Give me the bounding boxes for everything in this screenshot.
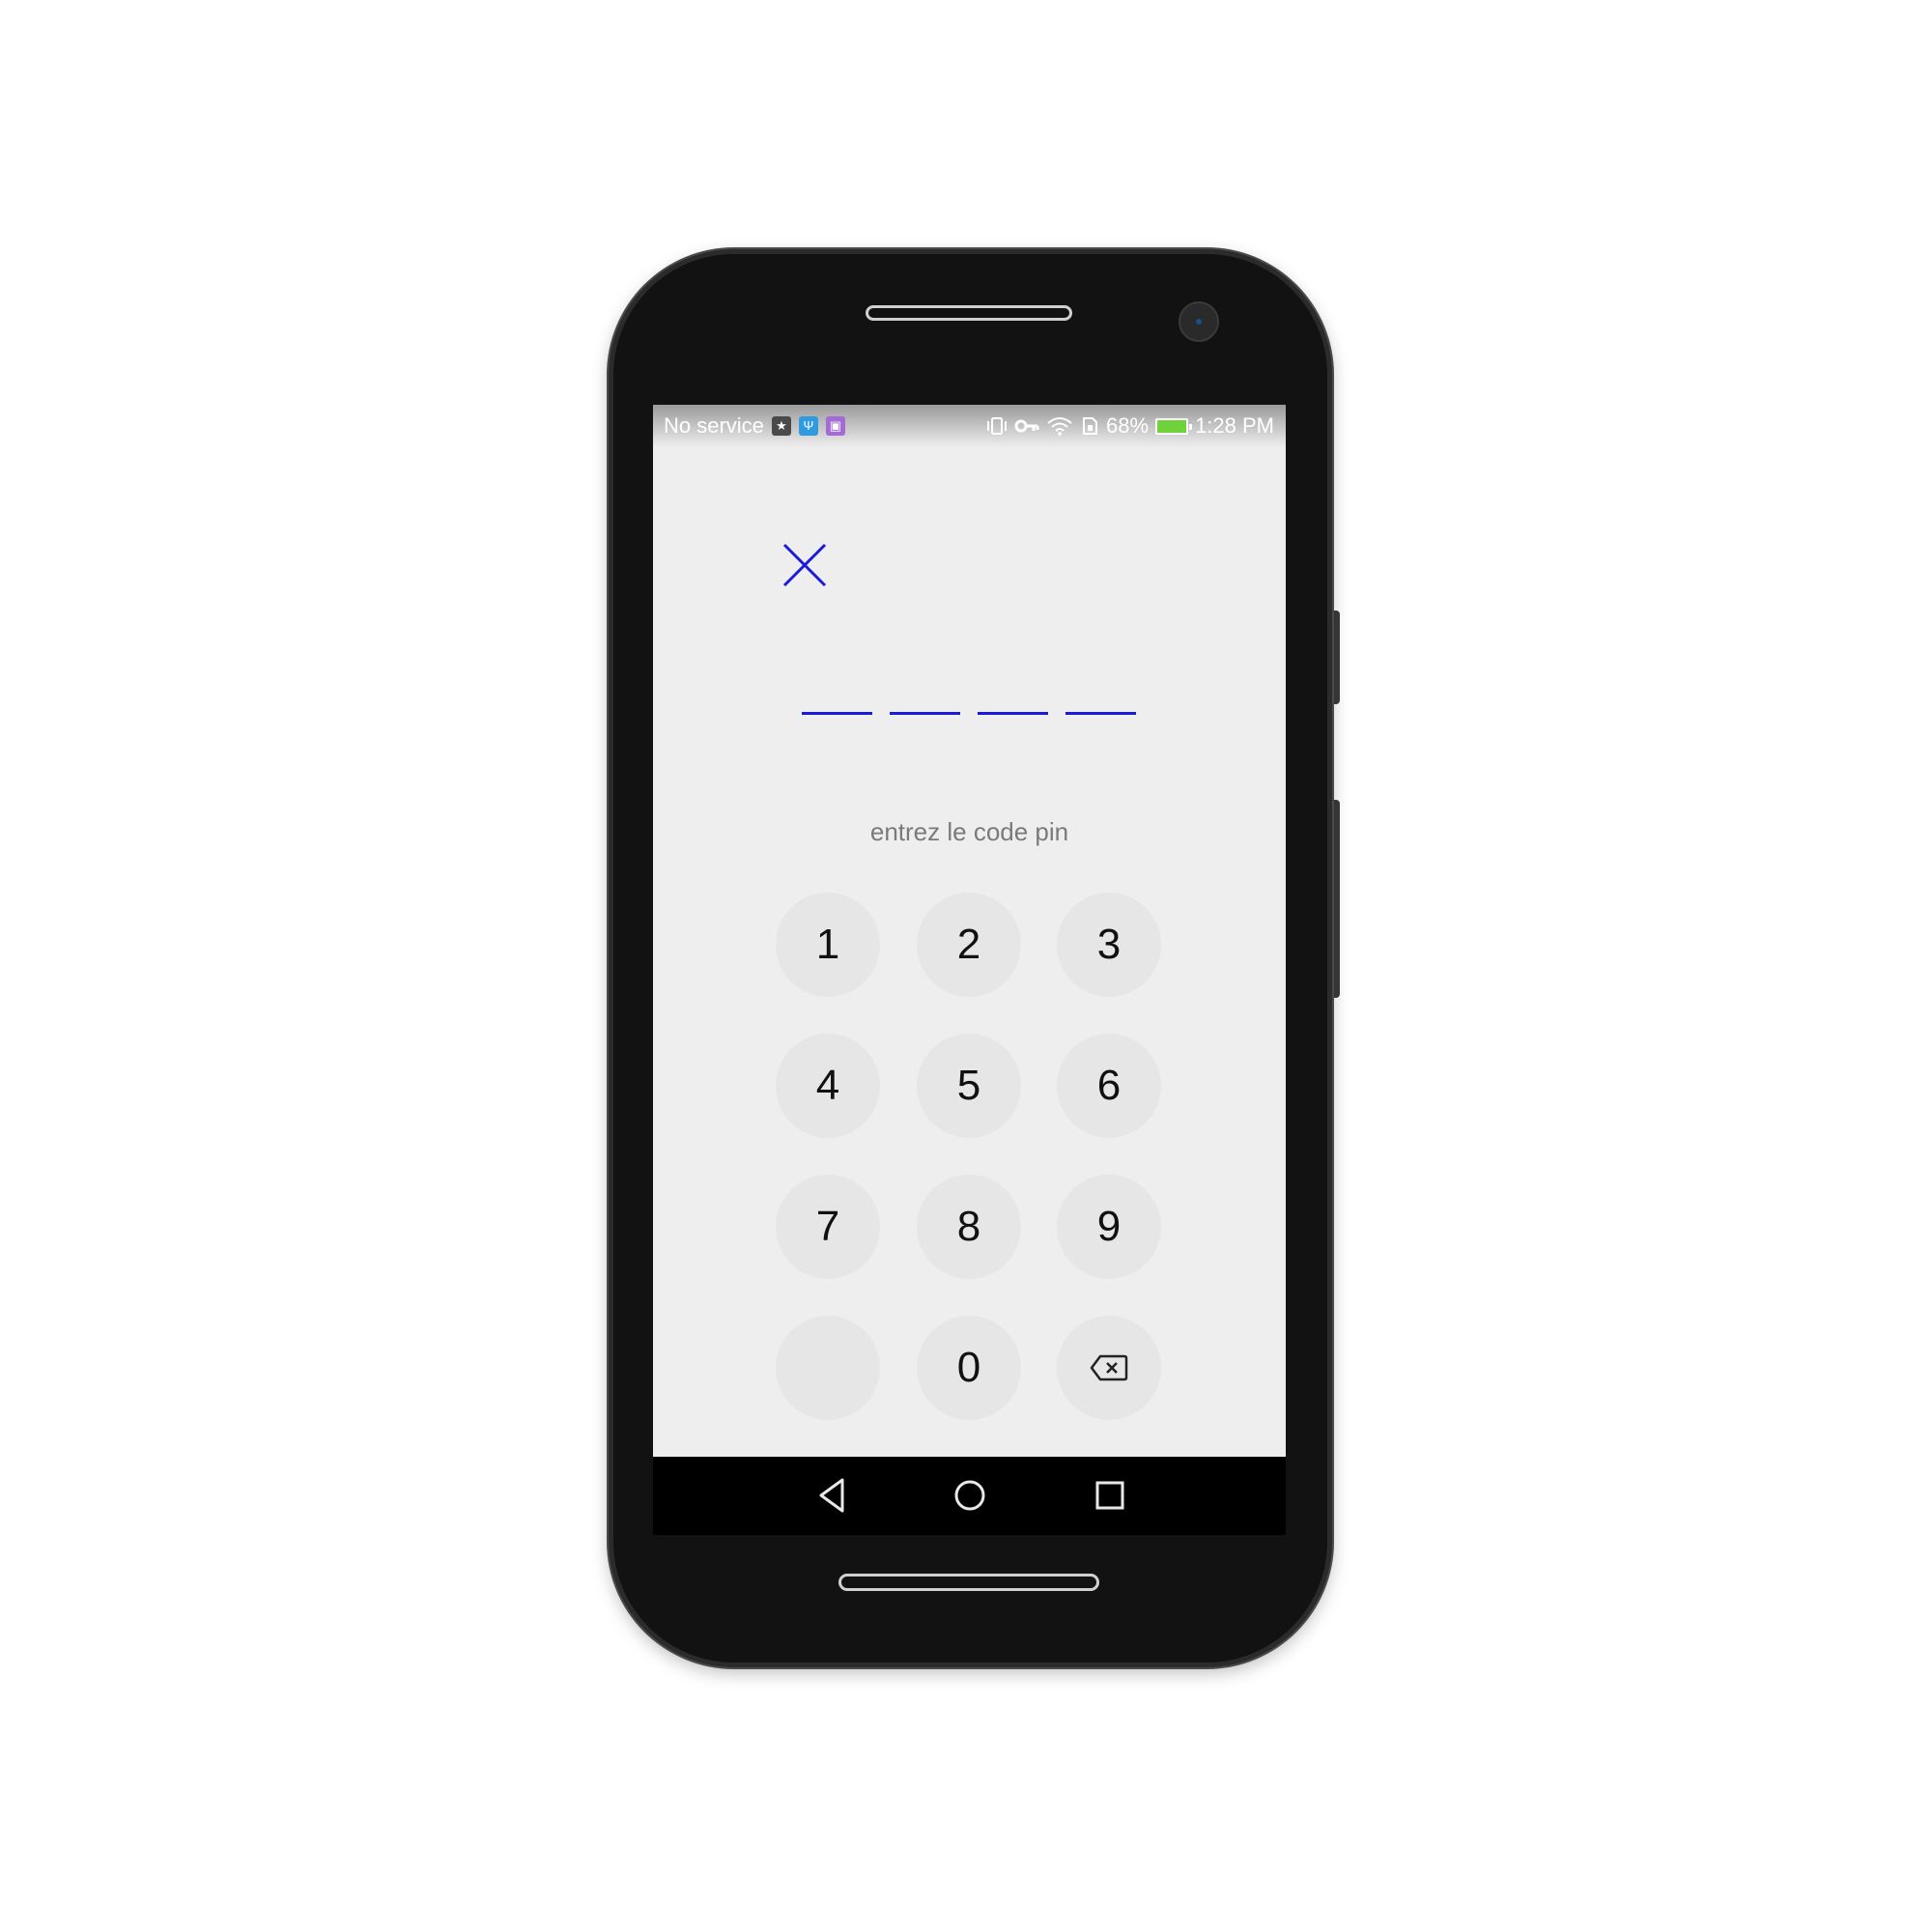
power-button[interactable] [1331,611,1340,704]
key-9[interactable]: 9 [1057,1175,1161,1279]
key-6[interactable]: 6 [1057,1034,1161,1138]
pin-digit-slot-4 [1065,712,1136,715]
pin-digit-slot-3 [978,712,1048,715]
pin-prompt: entrez le code pin [869,817,1069,846]
pin-indicator [802,712,1136,715]
backspace-button[interactable] [1057,1316,1161,1420]
sim-icon [1083,417,1098,435]
key-0[interactable]: 0 [917,1316,1021,1420]
key-5[interactable]: 5 [917,1034,1021,1138]
battery-charging-icon [1155,417,1193,435]
back-icon[interactable] [811,1474,854,1517]
pin-digit-slot-1 [802,712,872,715]
key-8[interactable]: 8 [917,1175,1021,1279]
backspace-icon [1090,1354,1128,1381]
key-1[interactable]: 1 [776,893,880,997]
usb-icon: Ψ [798,416,818,436]
key-empty [776,1316,880,1420]
earpiece-speaker [866,305,1072,321]
close-icon[interactable] [781,542,828,588]
key-4[interactable]: 4 [776,1034,880,1138]
key-7[interactable]: 7 [776,1175,880,1279]
wifi-icon [1047,417,1072,436]
phone-screen: No service ★ Ψ ▣ 68% 1:28 PM entrez le c… [653,405,1286,1535]
status-bar: No service ★ Ψ ▣ 68% 1:28 PM [653,405,1286,447]
accessibility-icon: ★ [771,416,791,436]
home-icon[interactable] [949,1474,991,1517]
image-icon: ▣ [825,416,845,436]
bottom-speaker [838,1574,1099,1591]
key-3[interactable]: 3 [1057,893,1161,997]
key-2[interactable]: 2 [917,893,1021,997]
navigation-bar [653,1457,1286,1535]
recents-icon[interactable] [1089,1474,1131,1517]
vibrate-icon [987,417,1008,435]
pin-digit-slot-2 [890,712,960,715]
vpn-key-icon [1014,419,1039,433]
volume-button[interactable] [1331,800,1340,998]
carrier-label: No service [664,413,764,438]
front-camera [1179,301,1219,342]
battery-percent: 68% [1106,413,1150,438]
status-time: 1:28 PM [1195,413,1274,438]
